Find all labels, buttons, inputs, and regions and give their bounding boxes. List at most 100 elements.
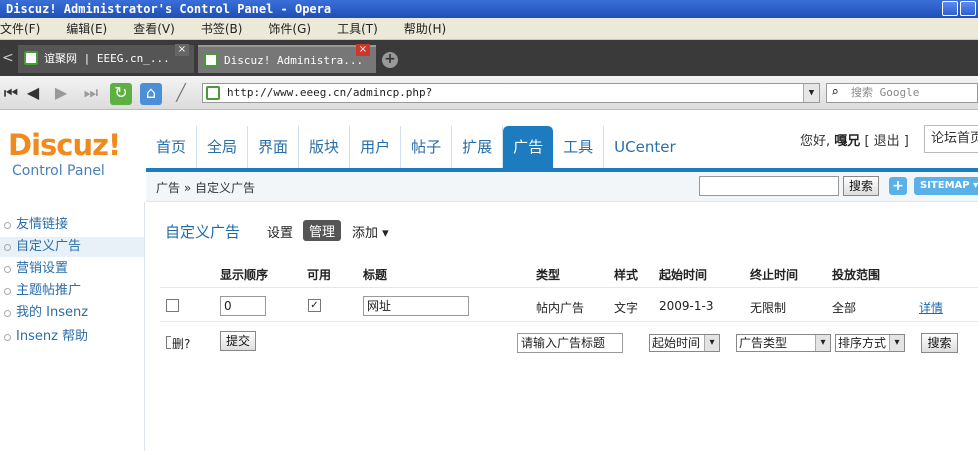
breadcrumb-bar: 广告 » 自定义广告 搜索 + SITEMAP ▾ bbox=[146, 172, 978, 202]
nav-posts[interactable]: 帖子 bbox=[401, 126, 453, 168]
window-title: Discuz! Administrator's Control Panel - … bbox=[6, 2, 332, 16]
menu-help[interactable]: 帮助(H) bbox=[404, 20, 446, 37]
tab-eeeg[interactable]: 谊聚网 | EEEG.cn_... bbox=[18, 45, 194, 73]
new-tab-icon[interactable]: + bbox=[382, 52, 398, 68]
nav-global[interactable]: 全局 bbox=[197, 126, 249, 168]
sidebar-item-marketing[interactable]: 营销设置 bbox=[0, 259, 144, 279]
sidebar-item-links[interactable]: 友情链接 bbox=[0, 215, 144, 235]
wand-icon[interactable]: ╱ bbox=[170, 83, 192, 105]
nav-interface[interactable]: 界面 bbox=[248, 126, 300, 168]
ad-type-select[interactable]: 广告类型 bbox=[736, 334, 831, 352]
address-toolbar: ⏮ ◀ ▶ ⏭ ↻ ⌂ ╱ http://www.eeeg.cn/admincp… bbox=[0, 76, 978, 110]
header-title: 标题 bbox=[363, 268, 388, 282]
logout-link[interactable]: [ 退出 ] bbox=[864, 134, 908, 149]
nav-extensions[interactable]: 扩展 bbox=[452, 126, 504, 168]
ad-style: 文字 bbox=[614, 301, 639, 315]
logo-subtitle: Control Panel bbox=[12, 163, 105, 179]
divider bbox=[160, 287, 978, 288]
search-button[interactable]: 搜索 bbox=[921, 333, 958, 353]
nav-users[interactable]: 用户 bbox=[350, 126, 402, 168]
ad-end-time: 无限制 bbox=[750, 301, 787, 315]
nav-ucenter[interactable]: UCenter bbox=[604, 126, 685, 168]
admin-search-button[interactable]: 搜索 bbox=[843, 176, 879, 196]
breadcrumb: 广告 » 自定义广告 bbox=[156, 181, 255, 195]
greeting: 您好, bbox=[800, 134, 831, 149]
nav-tools[interactable]: 工具 bbox=[553, 126, 605, 168]
submit-button[interactable]: 提交 bbox=[220, 331, 256, 351]
tab-settings[interactable]: 设置 bbox=[267, 222, 293, 241]
delete-label: 删? bbox=[172, 337, 191, 351]
header-order: 显示顺序 bbox=[220, 268, 269, 282]
forum-home-link[interactable]: 论坛首页 bbox=[924, 125, 978, 153]
nav-home[interactable]: 首页 bbox=[146, 126, 198, 168]
tab-label: 谊聚网 | EEEG.cn_... bbox=[44, 52, 170, 65]
menu-tools[interactable]: 工具(T) bbox=[337, 20, 378, 37]
menu-file[interactable]: 文件(F) bbox=[0, 20, 40, 37]
ad-title-search-input[interactable]: 请输入广告标题 bbox=[517, 333, 623, 353]
close-tab-icon[interactable]: × bbox=[175, 44, 189, 56]
address-input[interactable]: http://www.eeeg.cn/admincp.php? ▼ bbox=[202, 83, 820, 103]
search-placeholder: 搜索 Google bbox=[851, 86, 920, 99]
forward-icon[interactable]: ▶ bbox=[50, 83, 72, 105]
menu-widgets[interactable]: 饰件(G) bbox=[268, 20, 311, 37]
tab-scroll-left-icon[interactable]: < bbox=[2, 50, 14, 66]
tab-add[interactable]: 添加 ▾ bbox=[352, 222, 389, 241]
favicon-icon bbox=[206, 86, 220, 100]
discuz-logo[interactable]: Discuz! bbox=[8, 128, 121, 162]
menu-view[interactable]: 查看(V) bbox=[133, 20, 175, 37]
header-enabled: 可用 bbox=[307, 268, 332, 282]
menu-bar: 文件(F) 编辑(E) 查看(V) 书签(B) 饰件(G) 工具(T) 帮助(H… bbox=[0, 18, 978, 40]
reload-icon[interactable]: ↻ bbox=[110, 83, 132, 105]
ad-start-time: 2009-1-3 bbox=[659, 299, 714, 313]
ad-type: 帖内广告 bbox=[536, 301, 585, 315]
tab-discuz-admin[interactable]: Discuz! Administra... bbox=[198, 45, 376, 73]
header-type: 类型 bbox=[536, 268, 561, 282]
order-input[interactable]: 0 bbox=[220, 296, 266, 316]
title-input[interactable]: 网址 bbox=[363, 296, 469, 316]
ad-scope: 全部 bbox=[832, 301, 857, 315]
start-time-select[interactable]: 起始时间 bbox=[649, 334, 720, 352]
home-icon[interactable]: ⌂ bbox=[140, 83, 162, 105]
main-nav: 首页 全局 界面 版块 用户 帖子 扩展 广告 工具 UCenter bbox=[146, 126, 686, 168]
header-end-time: 终止时间 bbox=[750, 268, 799, 282]
minimize-icon[interactable] bbox=[942, 1, 958, 16]
username: 嘎兄 bbox=[834, 134, 861, 149]
search-icon: ⌕ bbox=[831, 85, 839, 100]
sidebar: 友情链接 自定义广告 营销设置 主题帖推广 我的 Insenz Insenz 帮… bbox=[0, 202, 145, 451]
divider bbox=[160, 321, 978, 322]
menu-edit[interactable]: 编辑(E) bbox=[66, 20, 107, 37]
add-shortcut-icon[interactable]: + bbox=[889, 177, 907, 195]
tab-strip: < 谊聚网 | EEEG.cn_... × Discuz! Administra… bbox=[0, 40, 978, 76]
tab-manage[interactable]: 管理 bbox=[303, 220, 342, 241]
sidebar-item-insenz-help[interactable]: Insenz 帮助 bbox=[0, 327, 144, 347]
fast-forward-icon[interactable]: ⏭ bbox=[80, 83, 102, 105]
rewind-icon[interactable]: ⏮ bbox=[0, 83, 22, 105]
menu-bookmarks[interactable]: 书签(B) bbox=[201, 20, 243, 37]
header-scope: 投放范围 bbox=[832, 268, 881, 282]
chevron-down-icon[interactable]: ▼ bbox=[803, 84, 819, 102]
header-style: 样式 bbox=[614, 268, 639, 282]
search-input[interactable]: ⌕ 搜索 Google bbox=[826, 83, 978, 103]
back-icon[interactable]: ◀ bbox=[22, 83, 44, 105]
close-tab-icon[interactable]: × bbox=[356, 44, 370, 56]
nav-forums[interactable]: 版块 bbox=[299, 126, 351, 168]
sitemap-button[interactable]: SITEMAP ▾ bbox=[914, 177, 978, 195]
header-start-time: 起始时间 bbox=[659, 268, 708, 282]
sidebar-item-my-insenz[interactable]: 我的 Insenz bbox=[0, 303, 144, 323]
address-url: http://www.eeeg.cn/admincp.php? bbox=[227, 86, 433, 99]
maximize-icon[interactable] bbox=[960, 1, 976, 16]
detail-link[interactable]: 详情 bbox=[919, 299, 943, 316]
sort-select[interactable]: 排序方式 bbox=[835, 334, 905, 352]
favicon-icon bbox=[204, 53, 218, 67]
row-select-checkbox[interactable] bbox=[166, 299, 179, 312]
nav-ads[interactable]: 广告 bbox=[503, 126, 554, 168]
user-info: 您好, 嘎兄 [ 退出 ] bbox=[800, 130, 909, 149]
favicon-icon bbox=[24, 51, 38, 65]
admin-search-input[interactable] bbox=[699, 176, 839, 196]
delete-checkbox[interactable] bbox=[166, 336, 171, 349]
sidebar-item-custom-ads[interactable]: 自定义广告 bbox=[0, 237, 144, 257]
sidebar-item-thread-promo[interactable]: 主题帖推广 bbox=[0, 281, 144, 301]
window-title-bar: Discuz! Administrator's Control Panel - … bbox=[0, 0, 978, 18]
enabled-checkbox[interactable]: ✓ bbox=[308, 299, 321, 312]
admin-header: Discuz! Control Panel 首页 全局 界面 版块 用户 帖子 … bbox=[0, 110, 978, 179]
